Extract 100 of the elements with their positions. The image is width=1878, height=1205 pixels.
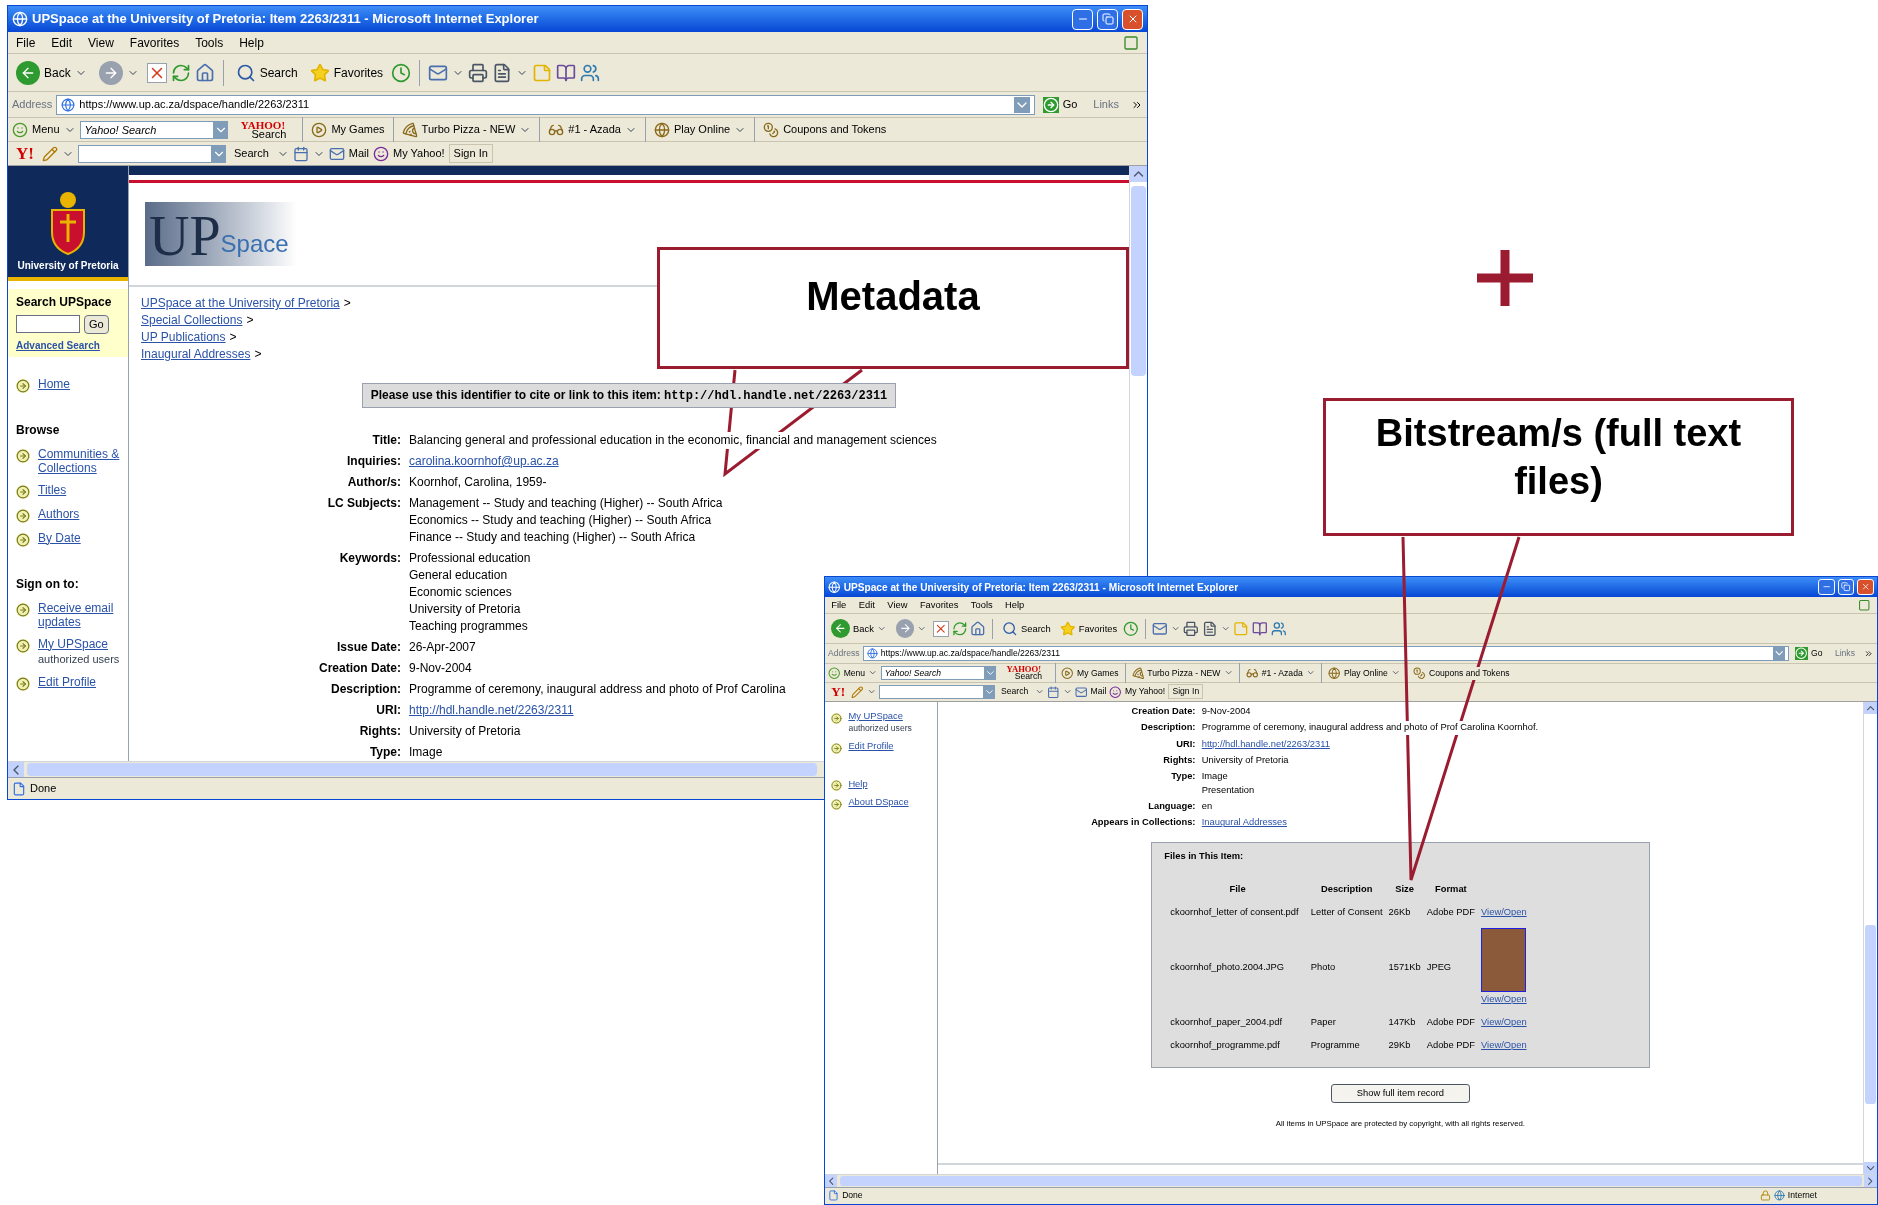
favorites-button[interactable]: Favorites bbox=[1056, 617, 1121, 641]
toolbar-link[interactable]: #1 - Azada bbox=[1246, 666, 1316, 680]
close-button[interactable] bbox=[1857, 578, 1874, 596]
toolbar-link[interactable]: Play Online bbox=[1328, 666, 1401, 680]
field-label: Language: bbox=[1147, 800, 1196, 813]
my-yahoo-link[interactable]: My Yahoo! bbox=[1109, 685, 1166, 699]
view-open-link[interactable]: View/Open bbox=[1481, 906, 1527, 917]
close-button[interactable] bbox=[1122, 8, 1143, 30]
window-title: UPSpace at the University of Pretoria: Item 2263/2311 - Microsoft Internet Explorer bbox=[32, 10, 540, 29]
my-yahoo-link[interactable]: My Yahoo! bbox=[373, 145, 445, 162]
go-icon bbox=[1795, 647, 1808, 660]
sidebar-link[interactable]: Authors bbox=[38, 506, 80, 521]
sidebar-link[interactable]: By Date bbox=[38, 530, 81, 545]
links-button[interactable]: Links bbox=[1828, 647, 1862, 661]
forward-icon bbox=[98, 60, 123, 85]
menu-item[interactable]: Favorites bbox=[919, 598, 959, 613]
dropdown-icon bbox=[985, 666, 997, 681]
yahoo-search-field[interactable]: Yahoo! Search bbox=[880, 666, 986, 681]
dropdown-icon bbox=[984, 684, 995, 699]
view-open-link[interactable]: View/Open bbox=[1481, 993, 1527, 1004]
breadcrumb-link[interactable]: Inaugural Addresses bbox=[141, 346, 251, 363]
field-value: Economics -- Study and teaching (Higher) -- South Africa bbox=[409, 512, 712, 529]
toolbar-link[interactable]: Coupons and Tokens bbox=[763, 121, 887, 138]
search-button[interactable]: Search bbox=[998, 685, 1032, 699]
view-open-link[interactable]: View/Open bbox=[1481, 1016, 1527, 1027]
scroll-left-icon bbox=[825, 1174, 838, 1187]
sidebar-link[interactable]: Communities & Collections bbox=[38, 446, 120, 475]
sign-in-button[interactable]: Sign In bbox=[1168, 684, 1204, 700]
toolbar-link[interactable]: Play Online bbox=[653, 121, 747, 138]
toolbar-link[interactable]: Coupons and Tokens bbox=[1413, 666, 1510, 680]
links-button[interactable]: Links bbox=[1085, 96, 1127, 113]
sidebar-link[interactable]: About DSpace bbox=[848, 797, 909, 809]
search-input[interactable] bbox=[16, 315, 80, 333]
menu-item[interactable]: Help bbox=[239, 33, 264, 52]
menu-item[interactable]: Help bbox=[1005, 598, 1025, 613]
sidebar-link[interactable]: Edit Profile bbox=[848, 741, 894, 753]
toolbar-link[interactable]: Turbo Pizza - NEW bbox=[401, 121, 532, 138]
search-button[interactable]: Search bbox=[999, 617, 1054, 641]
sidebar-link[interactable]: Home bbox=[38, 376, 70, 391]
menu-item[interactable]: File bbox=[16, 33, 36, 52]
menu-item[interactable]: View bbox=[887, 598, 908, 613]
minimize-button[interactable] bbox=[1818, 578, 1835, 596]
favorites-button[interactable]: Favorites bbox=[305, 57, 388, 88]
breadcrumb-link[interactable]: UP Publications bbox=[141, 329, 226, 346]
breadcrumb-link[interactable]: Special Collections bbox=[141, 312, 243, 329]
field-link[interactable]: http://hdl.handle.net/2263/2311 bbox=[1201, 737, 1330, 751]
photo-placeholder[interactable] bbox=[1481, 927, 1527, 992]
scrollbar-thumb[interactable] bbox=[839, 1175, 1862, 1186]
mail-link[interactable]: Mail bbox=[328, 145, 369, 162]
sidebar-link[interactable]: Receive email updates bbox=[38, 600, 120, 629]
breadcrumb-link[interactable]: UPSpace at the University of Pretoria bbox=[141, 295, 340, 312]
window-title: UPSpace at the University of Pretoria: Item 2263/2311 - Microsoft Internet Explorer bbox=[843, 580, 1240, 595]
menu-item[interactable]: Edit bbox=[858, 598, 875, 613]
sign-in-button[interactable]: Sign In bbox=[448, 144, 493, 163]
restore-button[interactable] bbox=[1837, 578, 1855, 596]
minimize-button[interactable] bbox=[1072, 8, 1093, 30]
back-button[interactable]: Back bbox=[828, 617, 890, 641]
menu-item[interactable]: Edit bbox=[51, 33, 73, 52]
go-button[interactable]: Go bbox=[84, 315, 109, 334]
search-button[interactable]: Search bbox=[229, 145, 273, 162]
field-link[interactable]: Inaugural Addresses bbox=[1201, 816, 1287, 830]
menu-item[interactable]: Tools bbox=[970, 598, 993, 613]
sidebar-link[interactable]: Help bbox=[848, 778, 868, 790]
mail-link[interactable]: Mail bbox=[1075, 685, 1107, 699]
address-field[interactable]: https://www.up.ac.za/dspace/handle/2263/2311 bbox=[56, 94, 1035, 115]
field-value: Image bbox=[409, 744, 443, 761]
back-button[interactable]: Back bbox=[12, 57, 91, 88]
sidebar-link[interactable]: My UPSpace bbox=[38, 636, 120, 651]
yahoo-search-button[interactable]: YAHOO! Search bbox=[999, 666, 1049, 681]
scrollbar-thumb[interactable] bbox=[27, 763, 817, 776]
address-field[interactable]: https://www.up.ac.za/dspace/handle/2263/2311 bbox=[862, 645, 1790, 662]
logo-caption: University of Pretoria bbox=[17, 259, 119, 273]
toolbar-link[interactable]: My Games bbox=[311, 121, 385, 138]
menu-button[interactable]: Menu bbox=[828, 666, 866, 680]
field-link[interactable]: carolina.koornhof@up.ac.za bbox=[409, 453, 559, 470]
restore-button[interactable] bbox=[1097, 8, 1118, 30]
scrollbar-thumb[interactable] bbox=[1131, 186, 1146, 376]
menu-item[interactable]: View bbox=[88, 33, 114, 52]
menu-item[interactable]: Favorites bbox=[129, 33, 180, 52]
search-field[interactable] bbox=[77, 144, 212, 163]
advanced-search-link[interactable]: Advanced Search bbox=[16, 337, 120, 353]
menu-item[interactable]: File bbox=[831, 598, 847, 613]
show-full-record-button[interactable]: Show full item record bbox=[1330, 1083, 1470, 1103]
search-button[interactable]: Search bbox=[231, 57, 302, 88]
view-open-link[interactable]: View/Open bbox=[1481, 1039, 1527, 1050]
search-field[interactable] bbox=[879, 684, 984, 699]
go-button[interactable]: Go bbox=[1038, 96, 1082, 113]
sidebar-link[interactable]: My UPSpace bbox=[848, 711, 912, 723]
menu-button[interactable]: Menu bbox=[12, 121, 60, 138]
toolbar-link[interactable]: My Games bbox=[1061, 666, 1119, 680]
sidebar-link[interactable]: Titles bbox=[38, 482, 67, 497]
menu-item[interactable]: Tools bbox=[195, 33, 224, 52]
toolbar-link[interactable]: #1 - Azada bbox=[548, 121, 637, 138]
yahoo-search-button[interactable]: YAHOO! Search bbox=[231, 120, 295, 139]
scrollbar-thumb[interactable] bbox=[1864, 924, 1876, 1105]
toolbar-link[interactable]: Turbo Pizza - NEW bbox=[1131, 666, 1233, 680]
go-button[interactable]: Go bbox=[1792, 647, 1826, 661]
yahoo-search-field[interactable]: Yahoo! Search bbox=[79, 120, 214, 139]
field-link[interactable]: http://hdl.handle.net/2263/2311 bbox=[409, 702, 574, 719]
sidebar-link[interactable]: Edit Profile bbox=[38, 675, 97, 689]
